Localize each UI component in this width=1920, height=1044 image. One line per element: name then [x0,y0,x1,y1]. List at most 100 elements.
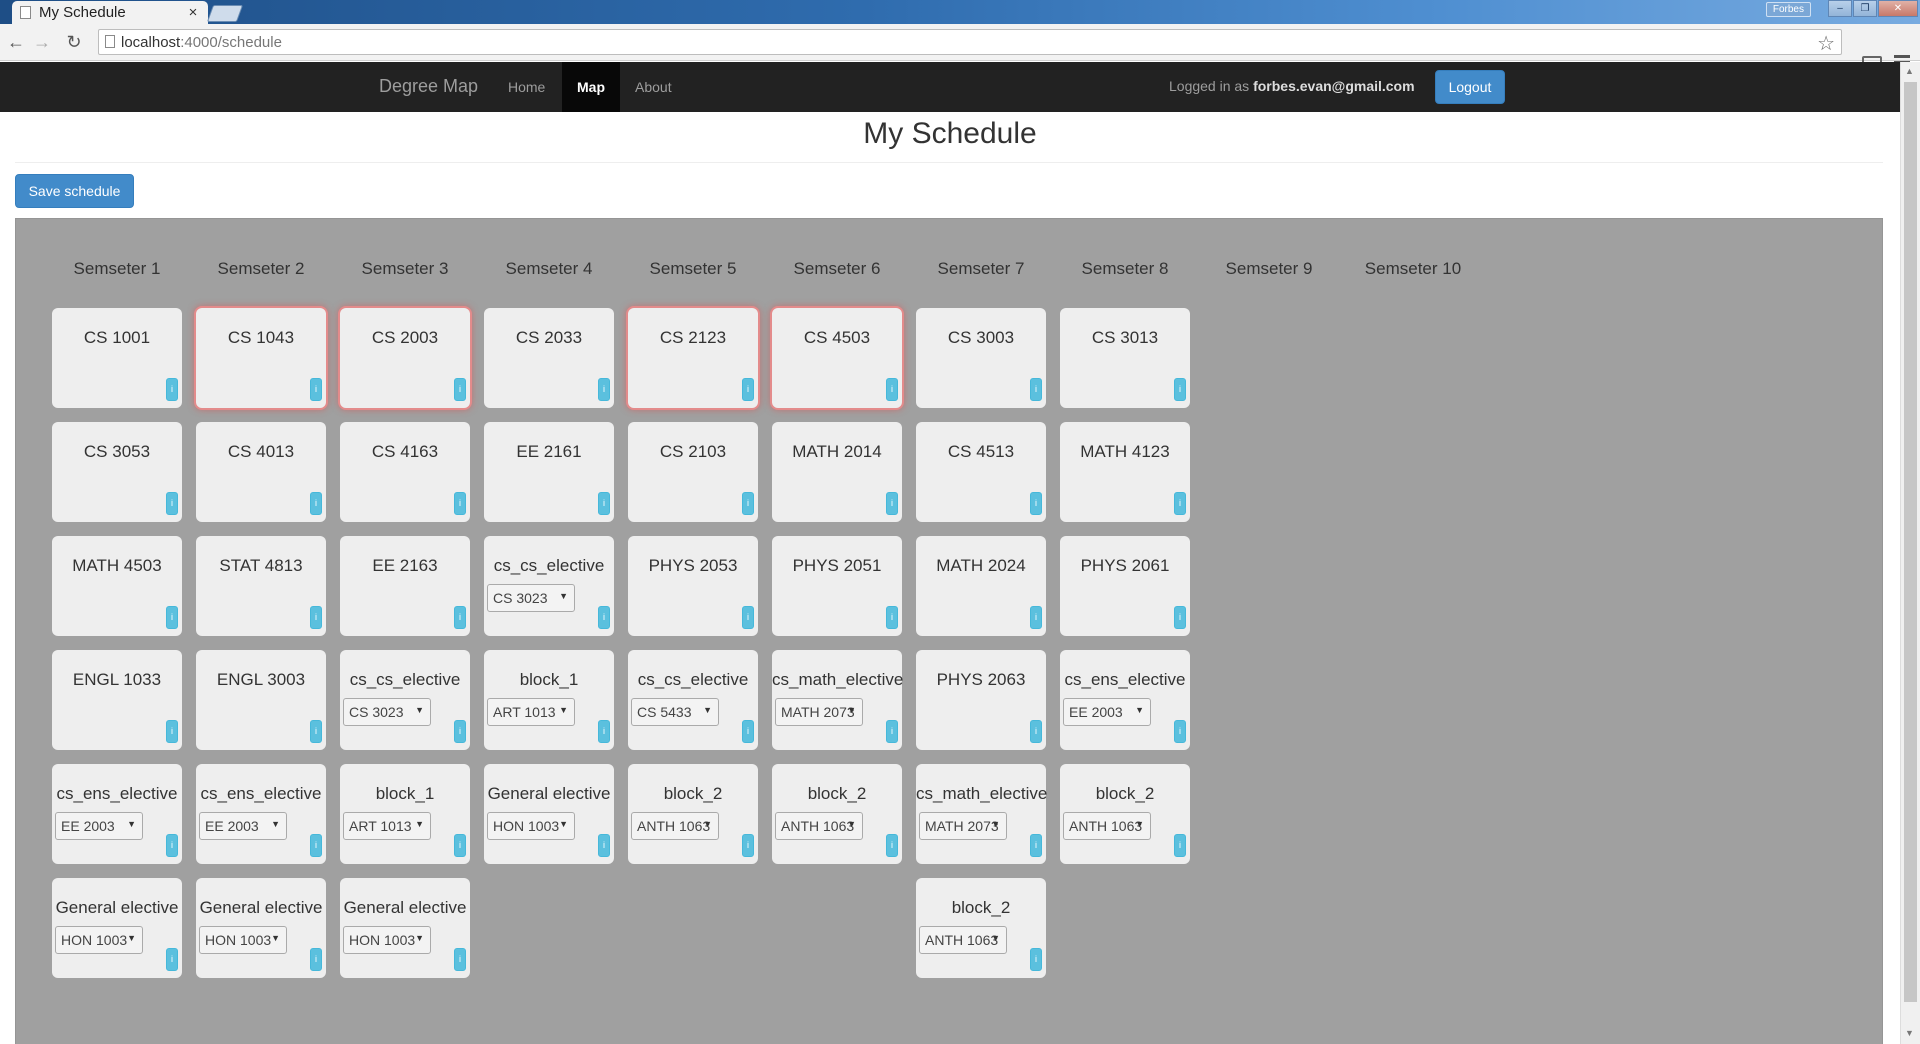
info-icon[interactable]: i [598,606,610,629]
info-icon[interactable]: i [742,720,754,743]
new-tab-button[interactable] [206,5,244,22]
course-card[interactable]: MATH 2024 i [916,536,1046,636]
info-icon[interactable]: i [166,606,178,629]
minimize-icon[interactable]: – [1828,0,1852,17]
course-select[interactable]: EE 2003 ▼ [1063,698,1151,726]
course-card[interactable]: block_1 ART 1013 ▼ i [484,650,614,750]
info-icon[interactable]: i [742,834,754,857]
course-card[interactable]: MATH 2014 i [772,422,902,522]
course-card[interactable]: cs_cs_elective CS 3023 ▼ i [484,536,614,636]
course-card[interactable]: ENGL 1033 i [52,650,182,750]
info-icon[interactable]: i [454,720,466,743]
course-card[interactable]: CS 4503 i [772,308,902,408]
course-card[interactable]: CS 1001 i [52,308,182,408]
course-card[interactable]: block_2 ANTH 1063 ▼ i [1060,764,1190,864]
reload-icon[interactable]: ↻ [62,29,86,55]
info-icon[interactable]: i [166,492,178,515]
course-select[interactable]: CS 5433 ▼ [631,698,719,726]
info-icon[interactable]: i [454,492,466,515]
course-card[interactable]: CS 2003 i [340,308,470,408]
course-select[interactable]: EE 2003 ▼ [199,812,287,840]
info-icon[interactable]: i [1030,492,1042,515]
course-select[interactable]: HON 1003 ▼ [55,926,143,954]
course-card[interactable]: General elective HON 1003 ▼ i [52,878,182,978]
course-card[interactable]: CS 3003 i [916,308,1046,408]
info-icon[interactable]: i [310,492,322,515]
course-card[interactable]: PHYS 2063 i [916,650,1046,750]
info-icon[interactable]: i [166,720,178,743]
info-icon[interactable]: i [454,378,466,401]
save-schedule-button[interactable]: Save schedule [15,174,134,208]
info-icon[interactable]: i [742,492,754,515]
tab-close-icon[interactable]: × [186,4,200,21]
info-icon[interactable]: i [742,606,754,629]
course-card[interactable]: CS 3013 i [1060,308,1190,408]
course-select[interactable]: ANTH 1063 ▼ [1063,812,1151,840]
info-icon[interactable]: i [1174,606,1186,629]
info-icon[interactable]: i [886,834,898,857]
navbar-brand[interactable]: Degree Map [379,76,478,97]
course-select[interactable]: CS 3023 ▼ [343,698,431,726]
nav-link-home[interactable]: Home [493,62,560,112]
course-card[interactable]: cs_ens_elective EE 2003 ▼ i [1060,650,1190,750]
info-icon[interactable]: i [1174,378,1186,401]
window-user-badge[interactable]: Forbes [1765,2,1811,17]
course-card[interactable]: MATH 4123 i [1060,422,1190,522]
scroll-up-icon[interactable]: ▲ [1905,66,1914,76]
course-card[interactable]: ENGL 3003 i [196,650,326,750]
course-select[interactable]: HON 1003 ▼ [487,812,575,840]
course-select[interactable]: ART 1013 ▼ [487,698,575,726]
url-input[interactable]: localhost:4000/schedule ☆ [98,29,1842,55]
back-arrow-icon[interactable]: ← [4,29,28,55]
info-icon[interactable]: i [454,948,466,971]
bookmark-star-icon[interactable]: ☆ [1817,31,1835,56]
info-icon[interactable]: i [310,948,322,971]
course-card[interactable]: block_2 ANTH 1063 ▼ i [772,764,902,864]
info-icon[interactable]: i [598,834,610,857]
info-icon[interactable]: i [1030,948,1042,971]
course-card[interactable]: CS 2123 i [628,308,758,408]
info-icon[interactable]: i [310,378,322,401]
course-card[interactable]: CS 4013 i [196,422,326,522]
course-card[interactable]: EE 2161 i [484,422,614,522]
restore-icon[interactable]: ❐ [1853,0,1877,17]
info-icon[interactable]: i [598,720,610,743]
info-icon[interactable]: i [1030,606,1042,629]
close-window-icon[interactable]: ✕ [1878,0,1918,17]
course-select[interactable]: HON 1003 ▼ [199,926,287,954]
course-card[interactable]: block_1 ART 1013 ▼ i [340,764,470,864]
info-icon[interactable]: i [1030,834,1042,857]
forward-arrow-icon[interactable]: → [30,29,54,55]
course-card[interactable]: CS 2033 i [484,308,614,408]
course-card[interactable]: cs_cs_elective CS 5433 ▼ i [628,650,758,750]
info-icon[interactable]: i [1030,720,1042,743]
info-icon[interactable]: i [886,720,898,743]
info-icon[interactable]: i [166,948,178,971]
course-card[interactable]: cs_ens_elective EE 2003 ▼ i [196,764,326,864]
course-select[interactable]: EE 2003 ▼ [55,812,143,840]
course-card[interactable]: CS 4163 i [340,422,470,522]
course-card[interactable]: cs_ens_elective EE 2003 ▼ i [52,764,182,864]
course-card[interactable]: PHYS 2051 i [772,536,902,636]
info-icon[interactable]: i [1030,378,1042,401]
info-icon[interactable]: i [1174,720,1186,743]
course-card[interactable]: CS 3053 i [52,422,182,522]
course-select[interactable]: ANTH 1063 ▼ [631,812,719,840]
course-card[interactable]: CS 1043 i [196,308,326,408]
course-select[interactable]: MATH 2073 ▼ [919,812,1007,840]
info-icon[interactable]: i [454,606,466,629]
course-select[interactable]: CS 3023 ▼ [487,584,575,612]
vertical-scrollbar[interactable]: ▲ ▼ [1900,62,1920,1044]
course-card[interactable]: block_2 ANTH 1063 ▼ i [916,878,1046,978]
course-card[interactable]: CS 4513 i [916,422,1046,522]
info-icon[interactable]: i [310,834,322,857]
course-card[interactable]: cs_math_elective MATH 2073 ▼ i [916,764,1047,864]
nav-link-map[interactable]: Map [562,62,620,112]
course-select[interactable]: ANTH 1063 ▼ [919,926,1007,954]
course-card[interactable]: EE 2163 i [340,536,470,636]
course-card[interactable]: General elective HON 1003 ▼ i [196,878,326,978]
nav-link-about[interactable]: About [620,62,687,112]
course-card[interactable]: PHYS 2053 i [628,536,758,636]
info-icon[interactable]: i [166,378,178,401]
info-icon[interactable]: i [598,378,610,401]
